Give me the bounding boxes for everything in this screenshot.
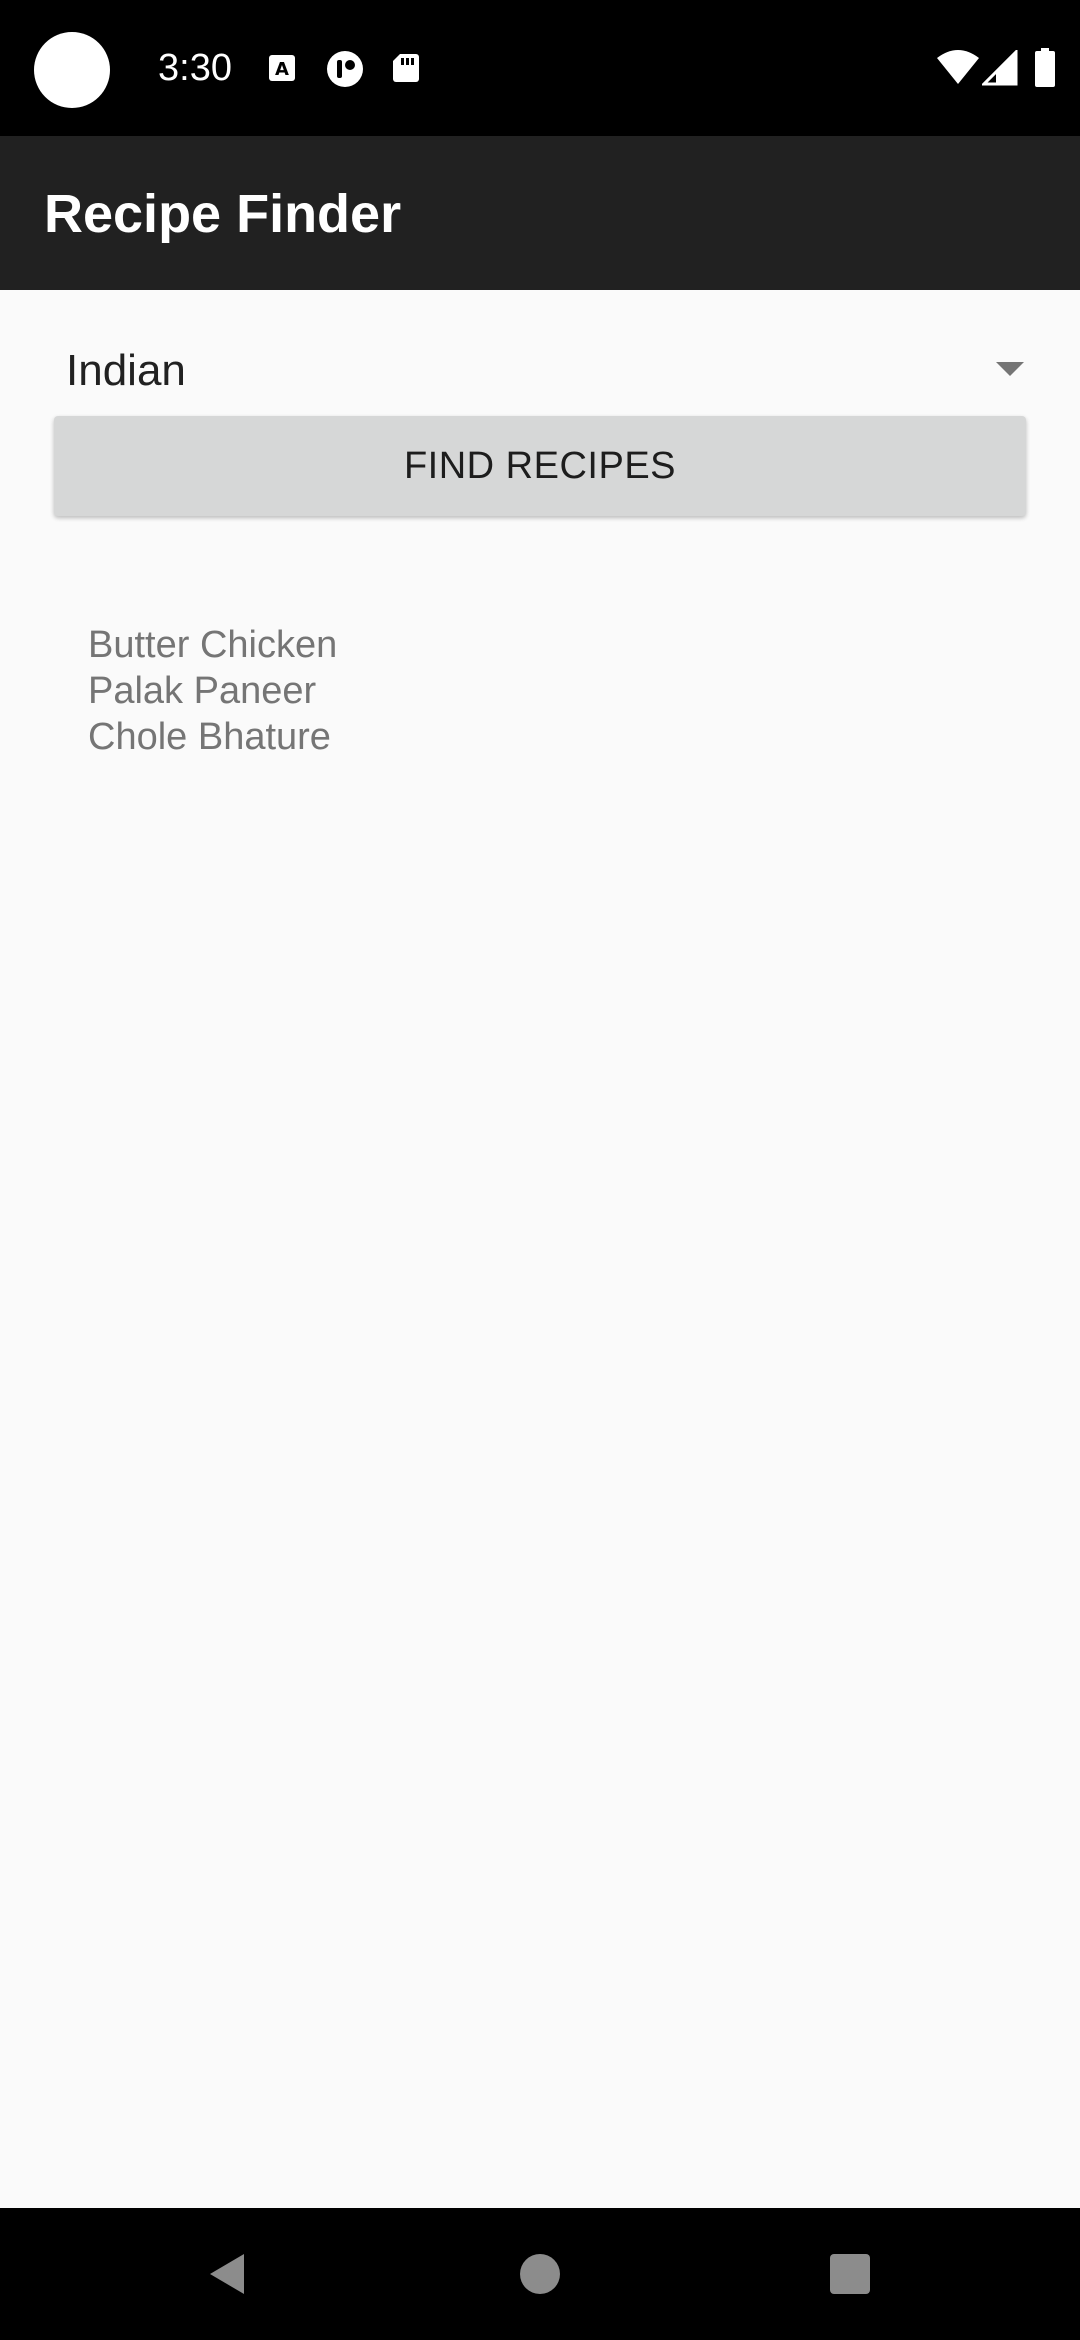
cuisine-spinner[interactable]: Indian (54, 330, 1026, 416)
a-notification-icon: A (266, 52, 298, 84)
main-content: Indian FIND RECIPES Butter Chicken Palak… (0, 290, 1080, 2208)
navigation-bar (0, 2208, 1080, 2340)
phone-screen: 3:30 A Recipe Finder Indian FIND RECIPES… (0, 0, 1080, 2340)
recents-icon[interactable] (820, 2244, 880, 2304)
recipe-results-list: Butter Chicken Palak Paneer Chole Bhatur… (88, 622, 337, 760)
circle-notification-icon (326, 50, 364, 88)
cuisine-spinner-value: Indian (66, 346, 186, 395)
sd-card-icon (390, 52, 422, 84)
find-recipes-button-label: FIND RECIPES (403, 445, 677, 487)
find-recipes-button[interactable]: FIND RECIPES (54, 416, 1026, 516)
camera-cutout (34, 32, 110, 108)
battery-icon (1034, 48, 1056, 88)
back-icon[interactable] (196, 2244, 256, 2304)
status-time: 3:30 (158, 47, 232, 89)
recipe-result-item: Chole Bhature (88, 716, 331, 758)
recipe-result-item: Palak Paneer (88, 670, 317, 712)
svg-text:A: A (275, 59, 289, 80)
app-title: Recipe Finder (44, 184, 402, 244)
dropdown-arrow-icon (994, 360, 1026, 380)
recipe-result-item: Butter Chicken (88, 624, 338, 666)
wifi-icon (936, 50, 980, 86)
home-icon[interactable] (510, 2244, 570, 2304)
app-bar: Recipe Finder (0, 136, 1080, 290)
status-bar: 3:30 A (0, 0, 1080, 136)
cell-signal-icon (982, 50, 1018, 86)
